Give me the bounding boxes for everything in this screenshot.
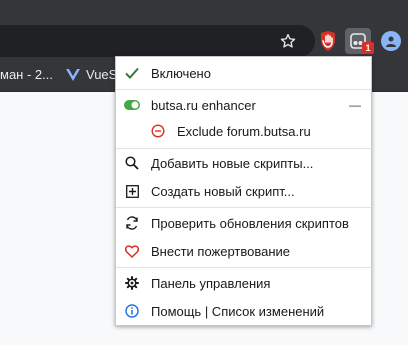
plus-square-icon xyxy=(125,184,139,198)
bookmark-label: VueS xyxy=(86,67,118,82)
script-name: butsa.ru enhancer xyxy=(151,97,256,113)
menu-item-label: Exclude forum.butsa.ru xyxy=(177,123,311,139)
vue-logo-icon xyxy=(66,68,80,81)
extension-badge: 1 xyxy=(362,42,374,54)
heart-icon xyxy=(125,244,139,258)
info-icon xyxy=(125,304,139,318)
script-collapse-toggle[interactable]: — xyxy=(349,98,361,112)
menu-item-label: Проверить обновления скриптов xyxy=(151,215,349,231)
minus-circle-icon xyxy=(151,124,165,138)
menu-item-label: Панель управления xyxy=(151,275,271,291)
menu-item-create-script[interactable]: Создать новый скрипт... xyxy=(116,177,371,205)
menu-item-label: Добавить новые скрипты... xyxy=(151,155,314,171)
menu-item-find-scripts[interactable]: Добавить новые скрипты... xyxy=(116,149,371,177)
gear-icon xyxy=(125,276,139,290)
hand-stop-extension-icon[interactable] xyxy=(318,30,338,52)
menu-item-script-butsa[interactable]: butsa.ru enhancer — xyxy=(116,91,371,119)
menu-item-donate[interactable]: Внести пожертвование xyxy=(116,237,371,265)
browser-toolbar: 1 xyxy=(0,0,408,58)
toggle-on-icon[interactable] xyxy=(124,98,140,112)
profile-avatar[interactable] xyxy=(381,31,401,51)
menu-divider xyxy=(116,267,371,268)
menu-item-label: Включено xyxy=(151,65,211,81)
menu-item-enabled[interactable]: Включено xyxy=(116,59,371,87)
bookmark-label: ман - 2... xyxy=(0,67,53,82)
menu-item-exclude-forum[interactable]: Exclude forum.butsa.ru xyxy=(116,117,371,145)
bookmark-star-icon[interactable] xyxy=(279,32,297,50)
menu-item-check-updates[interactable]: Проверить обновления скриптов xyxy=(116,209,371,237)
menu-item-label: Помощь | Список изменений xyxy=(151,303,325,319)
menu-item-label: Внести пожертвование xyxy=(151,243,291,259)
menu-divider xyxy=(116,207,371,208)
menu-item-dashboard[interactable]: Панель управления xyxy=(116,269,371,297)
menu-item-label: Создать новый скрипт... xyxy=(151,183,295,199)
menu-divider xyxy=(116,89,371,90)
bookmark-item[interactable]: ман - 2... xyxy=(0,58,53,91)
checkmark-icon xyxy=(125,66,139,80)
search-icon xyxy=(125,156,139,170)
refresh-icon xyxy=(125,216,139,230)
bookmark-item[interactable]: VueS xyxy=(66,58,117,91)
tampermonkey-popup-menu: Включено butsa.ru enhancer — Exclude for… xyxy=(115,56,372,326)
address-bar[interactable] xyxy=(0,25,315,57)
menu-item-help[interactable]: Помощь | Список изменений xyxy=(116,297,371,325)
